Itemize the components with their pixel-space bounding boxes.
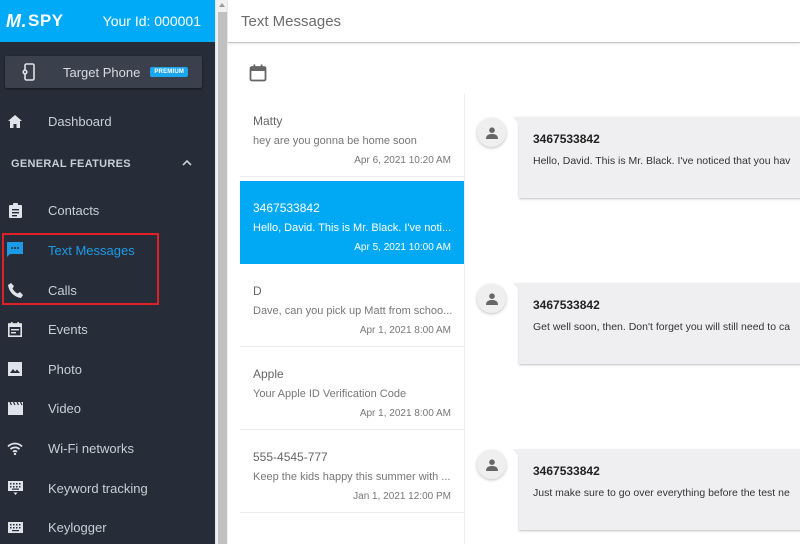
image-icon (7, 361, 23, 377)
avatar (477, 284, 506, 313)
bubble-text: Hello, David. This is Mr. Black. I've no… (533, 155, 791, 167)
sidebar-item-label: Wi-Fi networks (48, 440, 134, 456)
chevron-up-icon[interactable] (180, 156, 194, 170)
scrollbar-thumb[interactable] (218, 12, 227, 544)
logo-text: SPY (28, 11, 64, 30)
contact-name: Apple (253, 367, 284, 381)
calendar-icon[interactable] (249, 64, 267, 82)
bubble-text: Get well soon, then. Don't forget you wi… (533, 321, 791, 333)
scroll-up-arrow-icon[interactable] (219, 3, 225, 7)
message-bubble: 3467533842 Just make sure to go over eve… (513, 449, 800, 530)
main-content: Text Messages Matty hey are you gonna be… (228, 0, 800, 544)
bubble-sender: 3467533842 (533, 298, 600, 312)
target-phone-label: Target Phone (63, 64, 141, 80)
sidebar-item-contacts[interactable]: Contacts (0, 195, 215, 225)
contact-name: Matty (253, 114, 283, 128)
sidebar-item-video[interactable]: Video (0, 393, 215, 423)
sidebar-scrollbar[interactable] (215, 0, 228, 544)
sidebar-item-photo[interactable]: Photo (0, 354, 215, 384)
person-icon (485, 126, 498, 139)
keyboard-hide-icon (7, 480, 23, 496)
message-preview: Hello, David. This is Mr. Black. I've no… (253, 222, 452, 234)
message-list-item[interactable]: D Dave, can you pick up Matt from schoo.… (240, 264, 464, 347)
message-bubble: 3467533842 Hello, David. This is Mr. Bla… (513, 117, 800, 198)
top-bar: M. SPY Your Id: 000001 (0, 0, 215, 42)
avatar (477, 450, 506, 479)
sidebar-item-wifi-networks[interactable]: Wi-Fi networks (0, 433, 215, 463)
bubble-sender: 3467533842 (533, 132, 600, 146)
message-time: Jan 1, 2021 12:00 PM (353, 491, 451, 502)
list-divider (464, 94, 465, 544)
message-thread: 3467533842 Hello, David. This is Mr. Bla… (468, 94, 800, 544)
app-root: M. SPY Your Id: 000001 Target Phone PREM… (0, 0, 800, 544)
keyboard-icon (7, 519, 23, 535)
logo-mark: M. (6, 10, 27, 31)
wifi-icon (7, 440, 23, 456)
sidebar-item-label: Keyword tracking (48, 480, 148, 496)
clapperboard-icon (7, 400, 23, 416)
message-time: Apr 5, 2021 10:00 AM (354, 242, 451, 253)
calendar-event-icon (7, 321, 23, 337)
page-header: Text Messages (228, 0, 800, 43)
message-list-item[interactable]: Matty hey are you gonna be home soon Apr… (240, 94, 464, 177)
user-id: Your Id: 000001 (102, 13, 201, 29)
section-general-features[interactable]: GENERAL FEATURES (11, 158, 131, 170)
bubble-text: Just make sure to go over everything bef… (533, 487, 790, 499)
person-icon (485, 458, 498, 471)
person-icon (485, 292, 498, 305)
message-time: Apr 1, 2021 8:00 AM (359, 408, 451, 419)
clipboard-icon (7, 202, 23, 218)
contact-name: D (253, 284, 262, 298)
sidebar-item-keyword-tracking[interactable]: Keyword tracking (0, 473, 215, 503)
message-list-item[interactable]: 555-4545-777 Keep the kids happy this su… (240, 430, 464, 513)
sidebar-item-label: Keylogger (48, 519, 107, 535)
sidebar-item-label: Dashboard (48, 113, 112, 129)
thread-message: 3467533842 Get well soon, then. Don't fo… (468, 260, 800, 364)
sidebar-item-keylogger[interactable]: Keylogger (0, 512, 215, 542)
highlight-annotation-box (2, 233, 159, 305)
message-list: Matty hey are you gonna be home soon Apr… (240, 94, 464, 544)
message-preview: Your Apple ID Verification Code (253, 388, 407, 400)
contact-name: 3467533842 (253, 201, 320, 215)
message-time: Apr 1, 2021 8:00 AM (359, 325, 451, 336)
premium-badge: PREMIUM (150, 67, 189, 77)
avatar (477, 118, 506, 147)
bubble-sender: 3467533842 (533, 464, 600, 478)
page-title: Text Messages (241, 12, 342, 30)
message-time: Apr 6, 2021 10:20 AM (354, 155, 451, 166)
phone-settings-icon (20, 63, 36, 81)
sidebar-item-label: Video (48, 400, 82, 416)
message-list-item-selected[interactable]: 3467533842 Hello, David. This is Mr. Bla… (240, 181, 464, 264)
mspy-logo[interactable]: M. SPY (6, 11, 64, 32)
thread-message: 3467533842 Hello, David. This is Mr. Bla… (468, 94, 800, 198)
message-preview: hey are you gonna be home soon (253, 135, 417, 147)
message-preview: Keep the kids happy this summer with ... (253, 471, 451, 483)
sidebar-item-dashboard[interactable]: Dashboard (0, 106, 215, 136)
sidebar-item-label: Contacts (48, 202, 100, 218)
message-bubble: 3467533842 Get well soon, then. Don't fo… (513, 283, 800, 364)
contact-name: 555-4545-777 (253, 450, 328, 464)
message-list-item[interactable]: Apple Your Apple ID Verification Code Ap… (240, 347, 464, 430)
sidebar-item-label: Events (48, 321, 88, 337)
message-preview: Dave, can you pick up Matt from schoo... (253, 305, 453, 317)
target-phone-button[interactable]: Target Phone PREMIUM (5, 56, 202, 88)
thread-message: 3467533842 Just make sure to go over eve… (468, 426, 800, 530)
home-icon (7, 113, 23, 129)
sidebar-item-label: Photo (48, 361, 82, 377)
sidebar: M. SPY Your Id: 000001 Target Phone PREM… (0, 0, 215, 544)
sidebar-item-events[interactable]: Events (0, 314, 215, 344)
